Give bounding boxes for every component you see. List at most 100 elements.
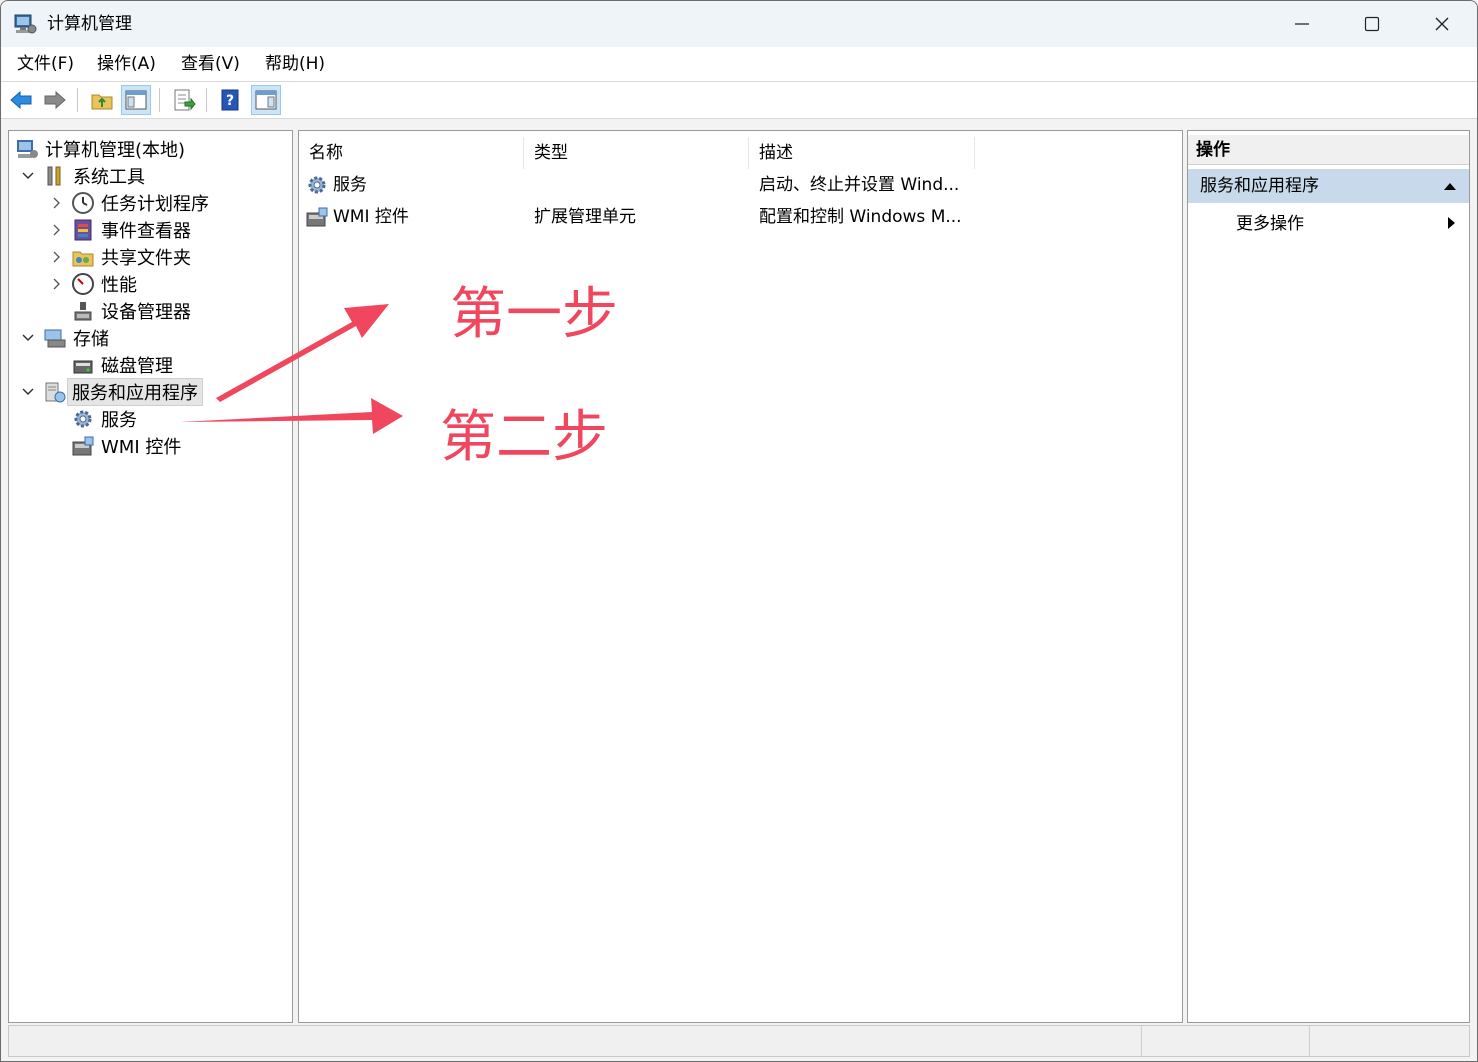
tree-item-wmi-control[interactable]: WMI 控件 <box>71 433 181 459</box>
tree-label: 服务和应用程序 <box>67 378 203 406</box>
tree-item-device-manager[interactable]: 设备管理器 <box>71 298 191 324</box>
wmi-control-icon <box>72 436 94 456</box>
export-list-button[interactable] <box>169 85 199 115</box>
tree-label: 磁盘管理 <box>101 356 173 377</box>
minimize-icon <box>1295 23 1309 25</box>
menu-bar: 文件(F) 操作(A) 查看(V) 帮助(H) <box>1 47 1477 82</box>
more-actions-label: 更多操作 <box>1236 214 1304 234</box>
list-row-services[interactable]: 服务 启动、终止并设置 Wind... <box>305 172 1175 200</box>
up-folder-icon <box>91 94 113 110</box>
forward-arrow-icon <box>44 90 66 110</box>
close-button[interactable] <box>1407 1 1477 47</box>
tree-item-performance[interactable]: 性能 <box>47 271 137 297</box>
toolbar-separator <box>206 88 207 112</box>
tree-label: 系统工具 <box>73 167 145 188</box>
minimize-button[interactable] <box>1267 1 1337 47</box>
chevron-down-icon[interactable] <box>19 329 37 347</box>
chevron-down-icon[interactable] <box>19 383 37 401</box>
forward-button[interactable] <box>40 85 70 115</box>
tree-item-event-viewer[interactable]: 事件查看器 <box>47 217 191 243</box>
computer-management-icon <box>14 14 37 34</box>
console-tree-pane[interactable]: 计算机管理(本地) 系统工具 任务计划程序 事件查看器 共享文件夹 性能 设备管… <box>8 130 293 1023</box>
menu-view[interactable]: 查看(V) <box>179 53 242 75</box>
status-bar-divider <box>1141 1026 1142 1056</box>
help-button[interactable]: ? <box>215 85 245 115</box>
window-title: 计算机管理 <box>47 14 132 34</box>
event-log-icon <box>74 219 92 241</box>
up-one-level-button[interactable] <box>87 85 117 115</box>
submenu-arrow-icon <box>1448 217 1455 229</box>
status-bar <box>8 1025 1470 1057</box>
tree-label: WMI 控件 <box>101 437 182 458</box>
results-list-pane[interactable]: 名称 类型 描述 服务 启动、终止并设置 Wind... WMI 控件 扩展管理… <box>298 130 1183 1023</box>
wmi-control-icon <box>306 207 328 227</box>
collapse-up-icon[interactable] <box>1443 181 1457 191</box>
maximize-icon <box>1364 16 1380 32</box>
toolbar-separator <box>77 88 78 112</box>
list-cell-name: 服务 <box>333 175 367 195</box>
tree-item-task-scheduler[interactable]: 任务计划程序 <box>47 190 209 216</box>
storage-icon <box>44 329 66 348</box>
show-hide-tree-icon <box>125 90 147 110</box>
help-icon: ? <box>221 89 239 111</box>
tree-label: 存储 <box>73 329 109 350</box>
tree-label: 设备管理器 <box>101 302 191 323</box>
chevron-right-icon[interactable] <box>47 194 65 212</box>
toolbar-separator <box>159 88 160 112</box>
show-hide-action-pane-icon <box>255 90 277 110</box>
column-header-name[interactable]: 名称 <box>299 137 524 169</box>
tree-label: 事件查看器 <box>101 221 191 242</box>
chevron-down-icon[interactable] <box>19 167 37 185</box>
toolbar: ? <box>1 82 1477 119</box>
menu-action[interactable]: 操作(A) <box>95 53 158 75</box>
chevron-right-icon[interactable] <box>47 221 65 239</box>
svg-text:?: ? <box>226 93 234 109</box>
tree-label: 性能 <box>101 275 137 296</box>
tree-label: 服务 <box>101 410 137 431</box>
actions-pane: 操作 服务和应用程序 更多操作 <box>1187 130 1470 1023</box>
tree-label: 任务计划程序 <box>101 194 209 215</box>
list-row-wmi-control[interactable]: WMI 控件 扩展管理单元 配置和控制 Windows M... <box>305 204 1175 232</box>
menu-help[interactable]: 帮助(H) <box>263 53 327 75</box>
column-header-type[interactable]: 类型 <box>524 137 749 169</box>
tree-item-shared-folders[interactable]: 共享文件夹 <box>47 244 191 270</box>
computer-management-window: 计算机管理 文件(F) 操作(A) 查看(V) 帮助(H) ? 计算机管理(本地… <box>0 0 1478 1062</box>
computer-management-icon <box>17 140 38 158</box>
clock-icon <box>72 192 94 214</box>
close-icon <box>1435 17 1449 31</box>
list-cell-description: 配置和控制 Windows M... <box>759 207 962 227</box>
maximize-button[interactable] <box>1337 1 1407 47</box>
title-bar: 计算机管理 <box>1 1 1477 47</box>
more-actions-item[interactable]: 更多操作 <box>1236 211 1304 237</box>
list-cell-type: 扩展管理单元 <box>534 207 636 227</box>
menu-file[interactable]: 文件(F) <box>15 53 76 75</box>
chevron-right-icon[interactable] <box>47 248 65 266</box>
tree-item-system-tools[interactable]: 系统工具 <box>19 163 145 189</box>
tree-item-services[interactable]: 服务 <box>71 406 137 432</box>
tree-item-storage[interactable]: 存储 <box>19 325 109 351</box>
tree-item-services-and-applications[interactable]: 服务和应用程序 <box>19 378 203 406</box>
performance-gauge-icon <box>72 273 94 295</box>
tree-item-root[interactable]: 计算机管理(本地) <box>15 136 185 162</box>
tree-label: 计算机管理(本地) <box>45 140 186 161</box>
services-apps-icon <box>45 382 66 403</box>
column-header-description[interactable]: 描述 <box>749 137 975 169</box>
annotation-step1: 第一步 <box>450 282 618 347</box>
device-manager-icon <box>74 302 92 321</box>
shared-folder-icon <box>72 251 94 267</box>
list-cell-name: WMI 控件 <box>333 207 409 227</box>
chevron-right-icon[interactable] <box>47 275 65 293</box>
back-arrow-icon <box>10 90 32 110</box>
tree-item-disk-management[interactable]: 磁盘管理 <box>71 352 173 378</box>
annotation-step2: 第二步 <box>440 405 608 470</box>
actions-section-label: 服务和应用程序 <box>1200 176 1319 196</box>
tools-icon <box>47 166 61 186</box>
tree-label: 共享文件夹 <box>101 248 191 269</box>
show-hide-action-pane-button[interactable] <box>251 85 281 115</box>
export-list-icon <box>174 89 196 111</box>
gear-icon <box>74 410 92 428</box>
status-bar-divider <box>1309 1026 1310 1056</box>
actions-section-services-and-applications[interactable]: 服务和应用程序 <box>1188 169 1469 203</box>
show-hide-tree-button[interactable] <box>121 85 151 115</box>
back-button[interactable] <box>6 85 36 115</box>
